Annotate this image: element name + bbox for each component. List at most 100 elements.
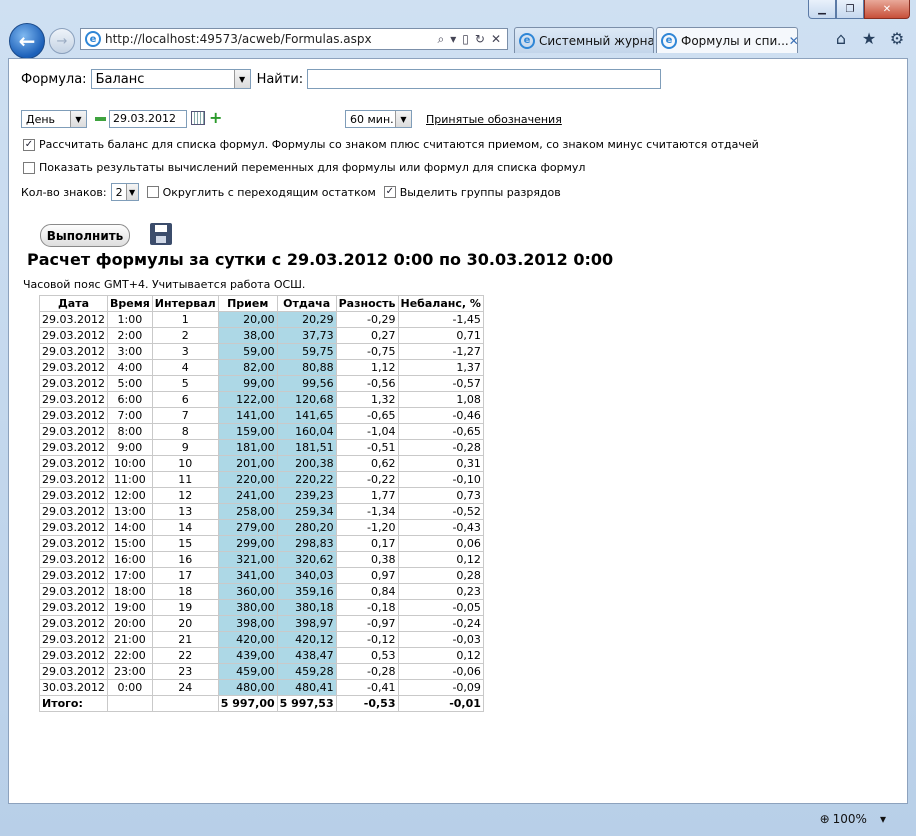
table-cell: 5 <box>151 375 219 392</box>
col-date: Дата <box>39 295 108 312</box>
minimize-button[interactable]: ▁ <box>808 0 836 19</box>
favorites-icon[interactable]: ★ <box>860 29 878 48</box>
round-checkbox[interactable] <box>146 186 159 198</box>
table-cell: -0,05 <box>397 599 484 616</box>
table-cell: 0,17 <box>335 535 399 552</box>
show-vars-checkbox[interactable] <box>23 161 35 174</box>
browser-toolbar-icons: ⌂ ★ ⚙ <box>832 29 906 48</box>
table-cell: 8 <box>151 423 219 440</box>
table-row: 29.03.2012 7:00 7 141,00 141,65 -0,65 -0,46 <box>39 407 484 424</box>
dropdown-icon[interactable]: ▾ <box>450 32 456 47</box>
table-cell: 1,77 <box>335 487 399 504</box>
total-cell: 5 997,00 <box>217 695 278 712</box>
compat-view-icon[interactable]: ▯ <box>462 32 469 47</box>
period-select[interactable]: День ▼ <box>21 110 87 128</box>
table-cell: 220,22 <box>276 471 337 488</box>
table-cell: 24 <box>151 679 219 696</box>
table-row: 29.03.2012 9:00 9 181,00 181,51 -0,51 -0,28 <box>39 439 484 456</box>
table-cell: 341,00 <box>217 567 278 584</box>
stop-icon[interactable]: ✕ <box>491 32 501 47</box>
search-icon[interactable]: ⌕ <box>438 32 445 47</box>
table-row: 29.03.2012 20:00 20 398,00 398,97 -0,97 -0,24 <box>39 615 484 632</box>
address-text[interactable]: http://localhost:49573/acweb/Formulas.as… <box>105 32 438 46</box>
table-cell: 29.03.2012 <box>39 519 108 536</box>
table-cell: 29.03.2012 <box>39 423 108 440</box>
table-cell: 30.03.2012 <box>39 679 108 696</box>
refresh-icon[interactable]: ↻ <box>475 32 485 47</box>
table-cell: 5:00 <box>106 375 153 392</box>
total-cell <box>151 695 219 712</box>
table-cell: 29.03.2012 <box>39 391 108 408</box>
plus-icon[interactable]: + <box>209 110 223 126</box>
close-window-button[interactable]: ✕ <box>864 0 910 19</box>
table-cell: -0,06 <box>397 663 484 680</box>
table-cell: 0,38 <box>335 551 399 568</box>
table-cell: -0,28 <box>397 439 484 456</box>
gear-icon[interactable]: ⚙ <box>888 29 906 48</box>
table-row: 30.03.2012 0:00 24 480,00 480,41 -0,41 -0,09 <box>39 679 484 696</box>
table-row: 29.03.2012 17:00 17 341,00 340,03 0,97 0,28 <box>39 567 484 584</box>
groups-checkbox[interactable]: ✓ <box>383 186 396 198</box>
table-cell: 160,04 <box>276 423 337 440</box>
digits-select[interactable]: 2 ▼ <box>110 183 139 201</box>
save-icon[interactable] <box>150 223 172 245</box>
table-cell: 259,34 <box>276 503 337 520</box>
col-receive: Прием <box>217 295 278 312</box>
interval-select[interactable]: 60 мин. ▼ <box>345 110 412 128</box>
search-input[interactable] <box>307 69 662 89</box>
table-cell: 16 <box>151 551 219 568</box>
back-button[interactable]: ← <box>9 23 45 59</box>
table-cell: 1:00 <box>106 311 153 328</box>
digits-value: 2 <box>115 185 123 199</box>
table-row: 29.03.2012 18:00 18 360,00 359,16 0,84 0,23 <box>39 583 484 600</box>
close-icon[interactable]: ✕ <box>789 34 797 48</box>
table-cell: 29.03.2012 <box>39 567 108 584</box>
table-cell: 159,00 <box>217 423 278 440</box>
table-cell: 19 <box>151 599 219 616</box>
forward-button[interactable]: → <box>49 28 75 54</box>
table-cell: 59,00 <box>217 343 278 360</box>
execute-button[interactable]: Выполнить <box>40 224 130 247</box>
period-row: День ▼ 29.03.2012 + 60 мин. ▼ Принятые о… <box>21 110 881 130</box>
digits-label: Кол-во знаков: <box>21 185 107 199</box>
calc-balance-checkbox[interactable]: ✓ <box>23 138 35 151</box>
date-input[interactable]: 29.03.2012 <box>109 110 187 128</box>
table-cell: 1,37 <box>397 359 484 376</box>
table-cell: -0,28 <box>335 663 399 680</box>
table-cell: 0,06 <box>397 535 484 552</box>
home-icon[interactable]: ⌂ <box>832 29 850 48</box>
address-bar[interactable]: e http://localhost:49573/acweb/Formulas.… <box>80 28 508 50</box>
table-cell: 0,84 <box>335 583 399 600</box>
col-diff: Разность <box>335 295 399 312</box>
search-label: Найти: <box>256 71 304 87</box>
tab-system-log[interactable]: e Системный журнал <box>514 27 654 53</box>
table-row: 29.03.2012 23:00 23 459,00 459,28 -0,28 -0,06 <box>39 663 484 680</box>
table-cell: 360,00 <box>217 583 278 600</box>
table-cell: 29.03.2012 <box>39 455 108 472</box>
minus-icon[interactable] <box>95 117 106 121</box>
table-cell: 0,71 <box>397 327 484 344</box>
zoom-control[interactable]: ⊕ 100% ▾ <box>820 812 886 826</box>
table-cell: 29.03.2012 <box>39 535 108 552</box>
formula-select[interactable]: Баланс ▼ <box>90 69 251 89</box>
col-imbalance: Небаланс, % <box>397 295 484 312</box>
table-cell: -0,41 <box>335 679 399 696</box>
calendar-icon[interactable] <box>191 111 205 125</box>
table-row: 29.03.2012 2:00 2 38,00 37,73 0,27 0,71 <box>39 327 484 344</box>
table-cell: 0,23 <box>397 583 484 600</box>
tab-formulas[interactable]: e Формулы и спи... ✕ <box>656 27 798 53</box>
table-total-row: Итого: 5 997,00 5 997,53 -0,53 -0,01 <box>39 695 484 712</box>
maximize-button[interactable]: ❐ <box>836 0 864 19</box>
table-cell: 82,00 <box>217 359 278 376</box>
legend-link[interactable]: Принятые обозначения <box>426 113 562 126</box>
table-cell: 22:00 <box>106 647 153 664</box>
table-cell: 99,00 <box>217 375 278 392</box>
table-cell: 0,12 <box>397 647 484 664</box>
chevron-down-icon[interactable]: ▾ <box>880 812 886 826</box>
table-cell: -0,75 <box>335 343 399 360</box>
table-cell: 1,32 <box>335 391 399 408</box>
table-cell: 480,41 <box>276 679 337 696</box>
table-cell: 4 <box>151 359 219 376</box>
table-cell: 439,00 <box>217 647 278 664</box>
table-row: 29.03.2012 16:00 16 321,00 320,62 0,38 0,12 <box>39 551 484 568</box>
